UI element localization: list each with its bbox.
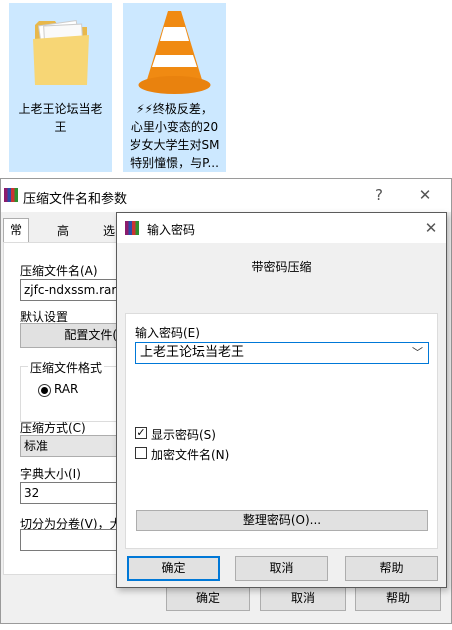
show-password-checkbox[interactable]: ✓ bbox=[135, 427, 147, 439]
tab-advanced[interactable]: 高级 bbox=[51, 220, 75, 260]
password-dialog-titlebar: 输入密码 ✕ bbox=[117, 213, 446, 243]
format-rar-label: RAR bbox=[54, 382, 79, 396]
tab-general[interactable]: 常规 bbox=[3, 218, 30, 259]
password-dialog-title: 输入密码 bbox=[147, 223, 196, 237]
file-label: ⚡⚡终极反差， 心里小变态的20 岁女大学生对SM 特别憧憬，与P... bbox=[129, 102, 220, 170]
dict-size-label: 字典大小(I) bbox=[20, 467, 81, 481]
password-ok-button[interactable]: 确定 bbox=[127, 556, 220, 581]
archive-name-field[interactable]: zjfc-ndxssm.rar bbox=[20, 279, 120, 301]
back-cancel-button[interactable]: 取消 bbox=[260, 586, 346, 611]
file-item-video[interactable]: ⚡⚡终极反差， 心里小变态的20 岁女大学生对SM 特别憧憬，与P... bbox=[123, 3, 226, 172]
vlc-cone-icon bbox=[138, 11, 211, 94]
close-icon[interactable]: ✕ bbox=[413, 184, 437, 206]
password-cancel-button[interactable]: 取消 bbox=[235, 556, 328, 581]
profiles-button-label: 配置文件( bbox=[64, 328, 117, 342]
format-rar-radio[interactable] bbox=[38, 384, 51, 397]
chevron-down-icon[interactable]: ﹀ bbox=[412, 343, 423, 363]
winrar-icon bbox=[4, 188, 18, 202]
dialog-titlebar: 压缩文件名和参数 ? ✕ bbox=[1, 179, 451, 212]
archive-format-label: 压缩文件格式 bbox=[28, 359, 105, 376]
dialog-title: 压缩文件名和参数 bbox=[23, 192, 128, 207]
general-panel: 压缩文件名(A) zjfc-ndxssm.rar 默认设置 配置文件( 压缩文件… bbox=[3, 242, 122, 575]
password-input[interactable]: 上老王论坛当老王 ﹀ bbox=[135, 342, 429, 364]
password-heading: 带密码压缩 bbox=[251, 260, 312, 274]
encrypt-names-checkbox[interactable] bbox=[135, 447, 147, 459]
back-help-button[interactable]: 帮助 bbox=[355, 586, 441, 611]
show-password-label: 显示密码(S) bbox=[151, 428, 216, 442]
method-select[interactable]: 标准 bbox=[20, 435, 120, 457]
profiles-button[interactable]: 配置文件( bbox=[20, 323, 120, 348]
password-value: 上老王论坛当老王 bbox=[140, 345, 245, 360]
folder-icon bbox=[33, 20, 89, 85]
encrypt-names-label: 加密文件名(N) bbox=[151, 448, 230, 462]
help-icon[interactable]: ? bbox=[367, 184, 391, 206]
close-icon[interactable]: ✕ bbox=[419, 217, 443, 239]
file-item-folder[interactable]: 上老王论坛当老 王 bbox=[9, 3, 112, 172]
password-dialog: 输入密码 ✕ 带密码压缩 输入密码(E) 上老王论坛当老王 ﹀ ✓ 显示密码(S… bbox=[116, 212, 447, 588]
organize-passwords-button[interactable]: 整理密码(O)... bbox=[136, 510, 428, 531]
archive-name-label: 压缩文件名(A) bbox=[20, 264, 98, 278]
file-label: 上老王论坛当老 王 bbox=[18, 102, 103, 134]
password-help-button[interactable]: 帮助 bbox=[345, 556, 438, 581]
dict-size-select[interactable]: 32 bbox=[20, 482, 120, 504]
method-label: 压缩方式(C) bbox=[20, 421, 86, 435]
winrar-icon bbox=[125, 221, 139, 235]
password-label: 输入密码(E) bbox=[135, 326, 200, 340]
split-volumes-field[interactable] bbox=[20, 529, 120, 551]
back-ok-button[interactable]: 确定 bbox=[166, 586, 250, 611]
